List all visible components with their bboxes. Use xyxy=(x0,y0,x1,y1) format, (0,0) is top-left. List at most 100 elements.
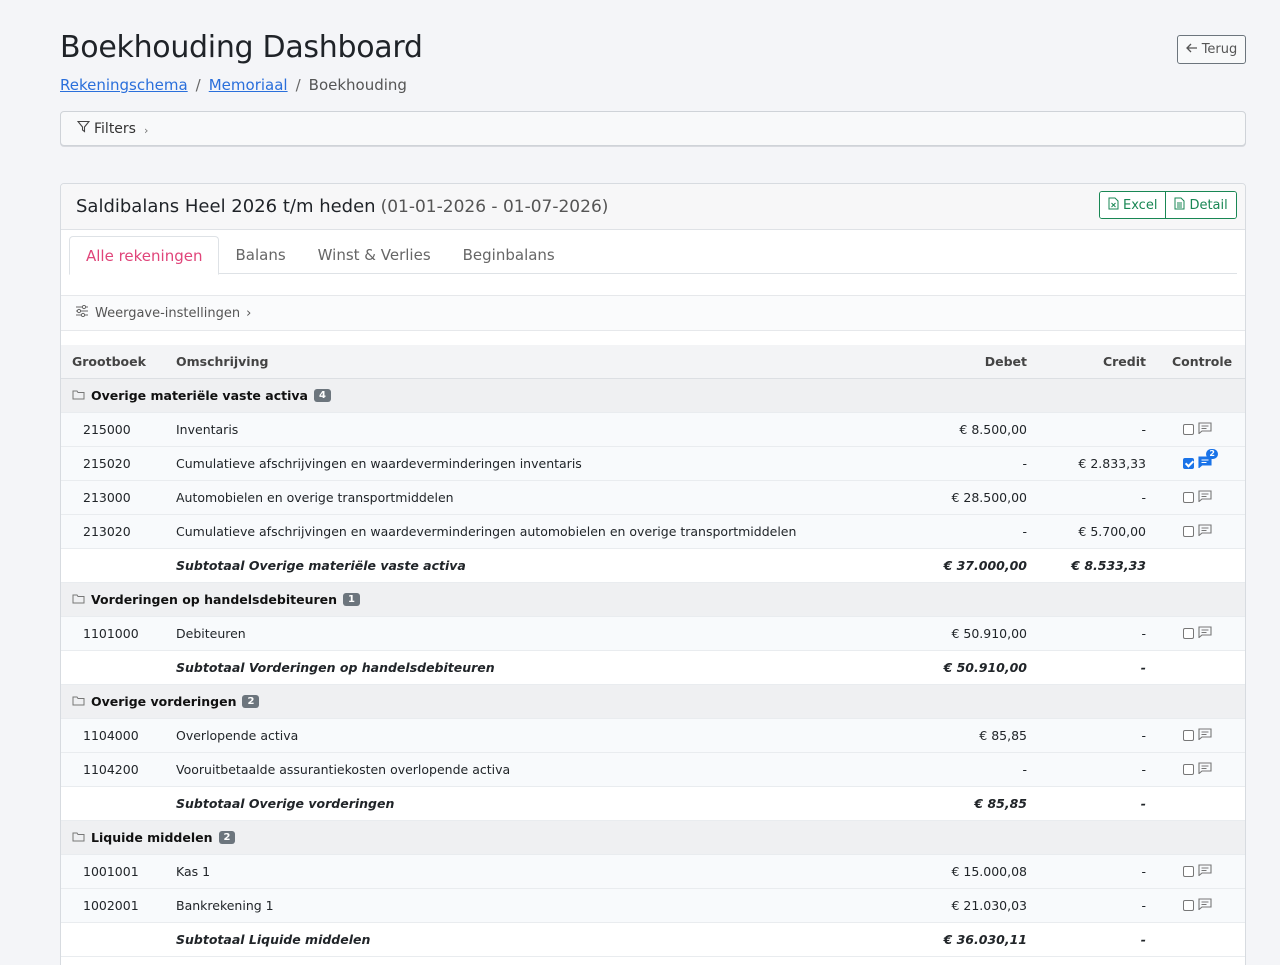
credit-amount: - xyxy=(1141,490,1146,505)
column-header-controle: Controle xyxy=(1172,354,1233,369)
control-checkbox[interactable] xyxy=(1183,458,1194,469)
account-description: Debiteuren xyxy=(176,626,246,641)
subtotal-credit: - xyxy=(1140,932,1146,947)
group-label: Overige materiële vaste activa 4 xyxy=(72,388,331,403)
subtotal-row: Subtotaal Overige materiële vaste activa… xyxy=(61,549,1245,583)
detail-button-label: Detail xyxy=(1189,197,1228,213)
group-count-badge: 2 xyxy=(242,695,260,708)
chevron-right-icon: › xyxy=(143,123,149,137)
account-code: 1104000 xyxy=(83,728,139,743)
account-code: 1101000 xyxy=(83,626,139,641)
table-row[interactable]: 1101000 Debiteuren € 50.910,00 - xyxy=(61,617,1245,651)
credit-amount: - xyxy=(1141,422,1146,437)
tab-alle-rekeningen[interactable]: Alle rekeningen xyxy=(69,236,220,275)
control-cell xyxy=(1172,898,1212,913)
breadcrumb-link-rekeningschema[interactable]: Rekeningschema xyxy=(60,76,188,94)
table-row[interactable]: 1104000 Overlopende activa € 85,85 - xyxy=(61,719,1245,753)
comment-icon[interactable] xyxy=(1198,728,1212,743)
control-cell xyxy=(1172,864,1212,879)
comment-icon[interactable] xyxy=(1198,626,1212,641)
subtotal-label: Subtotaal Overige vorderingen xyxy=(176,796,395,811)
account-description: Cumulatieve afschrijvingen en waardeverm… xyxy=(176,524,797,539)
card-date-range: (01-01-2026 - 01-07-2026) xyxy=(380,196,609,217)
debet-amount: € 15.000,08 xyxy=(951,864,1027,879)
account-description: Bankrekening 1 xyxy=(176,898,274,913)
account-description: Vooruitbetaalde assurantiekosten overlop… xyxy=(176,762,511,777)
subtotal-label: Subtotaal Overige materiële vaste activa xyxy=(176,558,466,573)
control-checkbox[interactable] xyxy=(1183,866,1194,877)
back-button-label: Terug xyxy=(1201,42,1238,57)
account-code: 215000 xyxy=(83,422,131,437)
group-row[interactable]: Overige vorderingen 2 xyxy=(61,685,1245,719)
filters-label: Filters xyxy=(94,120,136,137)
control-checkbox[interactable] xyxy=(1183,730,1194,741)
view-settings-toggle[interactable]: Weergave-instellingen › xyxy=(61,295,1245,331)
table-row[interactable]: 1104200 Vooruitbetaalde assurantiekosten … xyxy=(61,753,1245,787)
comment-icon[interactable] xyxy=(1198,490,1212,505)
comment-count-badge: 2 xyxy=(1206,449,1218,459)
debet-amount: € 8.500,00 xyxy=(959,422,1027,437)
document-icon xyxy=(1174,197,1185,214)
detail-button[interactable]: Detail xyxy=(1165,192,1236,218)
table-row[interactable]: 215020 Cumulatieve afschrijvingen en waar… xyxy=(61,447,1245,481)
column-header-credit: Credit xyxy=(1102,354,1146,369)
comment-icon[interactable] xyxy=(1198,524,1212,539)
folder-icon xyxy=(72,592,85,607)
arrow-left-icon xyxy=(1185,42,1198,57)
account-code: 1104200 xyxy=(83,762,139,777)
chevron-right-icon: › xyxy=(246,305,252,321)
table-row[interactable]: 213000 Automobielen en overige transportm… xyxy=(61,481,1245,515)
filters-toggle[interactable]: Filters › xyxy=(60,111,1246,146)
control-checkbox[interactable] xyxy=(1183,628,1194,639)
breadcrumb-separator: / xyxy=(295,76,301,94)
tab-winst-verlies[interactable]: Winst & Verlies xyxy=(302,236,447,274)
control-checkbox[interactable] xyxy=(1183,764,1194,775)
group-name: Overige vorderingen xyxy=(91,694,237,709)
control-checkbox[interactable] xyxy=(1183,900,1194,911)
excel-button[interactable]: Excel xyxy=(1100,192,1166,218)
comment-icon[interactable] xyxy=(1198,762,1212,777)
subtotal-debet: € 36.030,11 xyxy=(943,932,1027,947)
control-cell xyxy=(1172,762,1212,777)
subtotal-credit: € 8.533,33 xyxy=(1071,558,1146,573)
debet-amount: € 21.030,03 xyxy=(951,898,1027,913)
group-count-badge: 1 xyxy=(343,593,360,606)
table-row[interactable]: 1002001 Bankrekening 1 € 21.030,03 - xyxy=(61,889,1245,923)
group-row[interactable]: Liquide middelen 2 xyxy=(61,821,1245,855)
table-row[interactable]: 1001001 Kas 1 € 15.000,08 - xyxy=(61,855,1245,889)
table-row[interactable]: 213020 Cumulatieve afschrijvingen en waar… xyxy=(61,515,1245,549)
comment-icon[interactable] xyxy=(1198,898,1212,913)
column-header-grootboek: Grootboek xyxy=(72,354,146,369)
subtotal-credit: - xyxy=(1140,796,1146,811)
subtotal-debet: € 50.910,00 xyxy=(943,660,1027,675)
comment-icon[interactable]: 2 xyxy=(1198,449,1218,471)
control-checkbox[interactable] xyxy=(1183,424,1194,435)
group-row[interactable]: Vorderingen op handelsdebiteuren 1 xyxy=(61,583,1245,617)
account-description: Kas 1 xyxy=(176,864,211,879)
account-description: Overlopende activa xyxy=(176,728,299,743)
debet-amount: € 28.500,00 xyxy=(951,490,1027,505)
control-checkbox[interactable] xyxy=(1183,492,1194,503)
debet-amount: € 50.910,00 xyxy=(951,626,1027,641)
comment-icon[interactable] xyxy=(1198,422,1212,437)
breadcrumb: Rekeningschema / Memoriaal / Boekhouding xyxy=(60,76,407,94)
group-label: Vorderingen op handelsdebiteuren 1 xyxy=(72,592,360,607)
account-description: Automobielen en overige transportmiddele… xyxy=(176,490,454,505)
tab-balans[interactable]: Balans xyxy=(219,236,301,274)
folder-icon xyxy=(72,694,85,709)
credit-amount: - xyxy=(1141,898,1146,913)
breadcrumb-separator: / xyxy=(195,76,201,94)
table-row[interactable]: 215000 Inventaris € 8.500,00 - xyxy=(61,413,1245,447)
group-name: Overige materiële vaste activa xyxy=(91,388,308,403)
control-checkbox[interactable] xyxy=(1183,526,1194,537)
breadcrumb-link-memoriaal[interactable]: Memoriaal xyxy=(209,76,288,94)
back-button[interactable]: Terug xyxy=(1177,35,1246,64)
comment-icon[interactable] xyxy=(1198,864,1212,879)
group-row[interactable]: Overige materiële vaste activa 4 xyxy=(61,379,1245,413)
group-label: Liquide middelen 2 xyxy=(72,830,236,845)
view-settings-label: Weergave-instellingen xyxy=(95,305,241,321)
excel-button-label: Excel xyxy=(1123,197,1158,213)
sliders-icon xyxy=(75,304,89,321)
tab-beginbalans[interactable]: Beginbalans xyxy=(447,236,571,274)
credit-amount: € 2.833,33 xyxy=(1078,456,1146,471)
